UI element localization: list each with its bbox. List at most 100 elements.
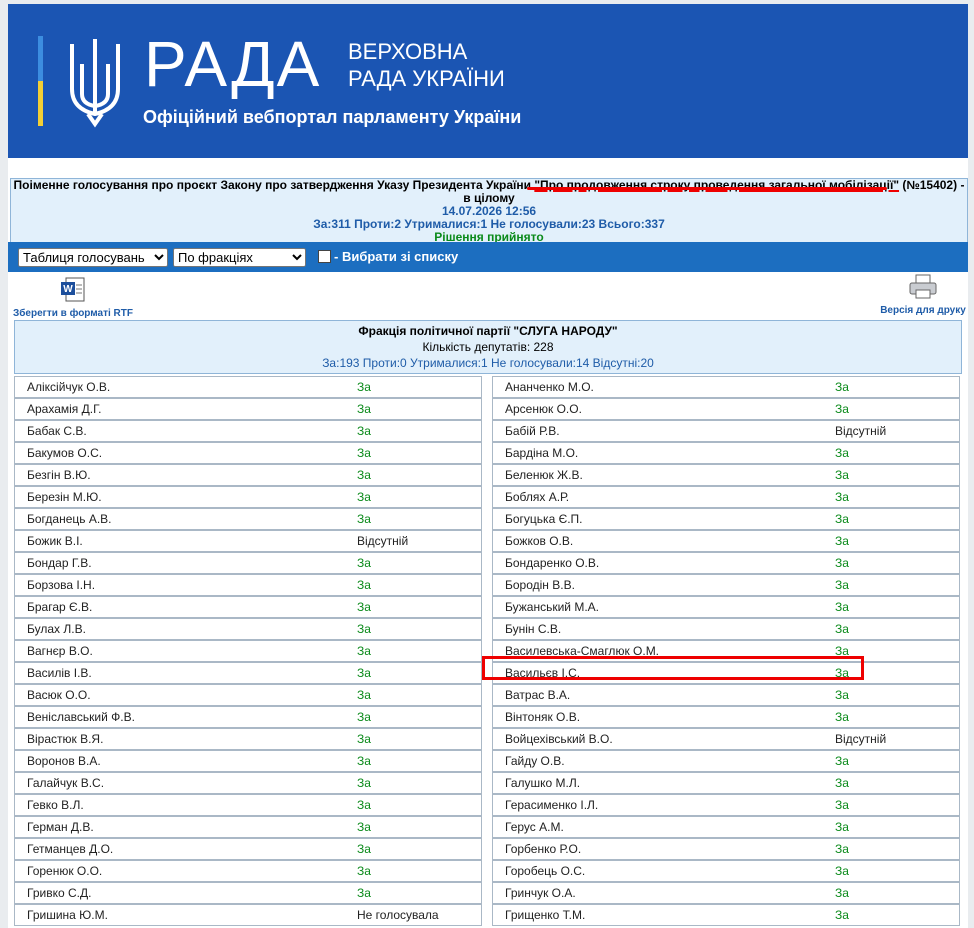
- vote-title-post: (№15402) -: [899, 178, 965, 192]
- deputy-row: Богданець А.В. За: [14, 508, 482, 530]
- deputy-vote: За: [835, 908, 849, 922]
- deputy-vote: За: [357, 468, 371, 482]
- deputy-row: Горенюк О.О. За: [14, 860, 482, 882]
- deputy-row: Воронов В.А. За: [14, 750, 482, 772]
- deputy-vote: За: [357, 864, 371, 878]
- deputy-vote: За: [357, 622, 371, 636]
- group-select[interactable]: По фракціях: [173, 248, 306, 267]
- deputy-vote: За: [835, 380, 849, 394]
- deputy-row: Галушко М.Л. За: [492, 772, 960, 794]
- deputy-vote: За: [357, 402, 371, 416]
- deputy-name: Аліксійчук О.В.: [27, 380, 111, 394]
- select-from-list-checkbox[interactable]: [318, 250, 331, 263]
- deputy-row: Арахамія Д.Г. За: [14, 398, 482, 420]
- deputy-vote: За: [835, 886, 849, 900]
- deputy-vote: За: [357, 424, 371, 438]
- deputy-row: Вінтоняк О.В. За: [492, 706, 960, 728]
- deputy-vote: Відсутній: [835, 424, 887, 438]
- deputy-vote: За: [835, 754, 849, 768]
- deputy-name: Борзова І.Н.: [27, 578, 96, 592]
- deputy-name: Божик В.І.: [27, 534, 83, 548]
- deputy-row: Бардіна М.О. За: [492, 442, 960, 464]
- deputy-row: Грищенко Т.М. За: [492, 904, 960, 926]
- faction-name: Фракція політичної партії "СЛУГА НАРОДУ": [358, 324, 618, 338]
- word-doc-icon: W: [61, 277, 85, 302]
- trident-icon: [70, 39, 120, 128]
- deputy-name: Бардіна М.О.: [505, 446, 579, 460]
- deputy-row: Беленюк Ж.В. За: [492, 464, 960, 486]
- deputy-vote: За: [357, 820, 371, 834]
- faction-count: Кількість депутатів: 228: [422, 340, 554, 354]
- deputy-name: Булах Л.В.: [27, 622, 86, 636]
- deputy-row: Васюк О.О. За: [14, 684, 482, 706]
- deputy-row: Герман Д.В. За: [14, 816, 482, 838]
- deputy-name: Богданець А.В.: [27, 512, 112, 526]
- deputy-row: Бунін С.В. За: [492, 618, 960, 640]
- highlight-box: [482, 656, 864, 680]
- deputy-row: Герус А.М. За: [492, 816, 960, 838]
- deputy-name: Бондаренко О.В.: [505, 556, 600, 570]
- deputies-column-left: Аліксійчук О.В. За Арахамія Д.Г. За Бабак С.…: [14, 376, 482, 926]
- deputy-row: Бородін В.В. За: [492, 574, 960, 596]
- deputy-name: Гринчук О.А.: [505, 886, 576, 900]
- deputy-name: Боблях А.Р.: [505, 490, 570, 504]
- deputy-vote: За: [357, 578, 371, 592]
- deputy-vote: За: [357, 512, 371, 526]
- deputy-row: Божков О.В. За: [492, 530, 960, 552]
- deputy-vote: За: [357, 732, 371, 746]
- save-rtf-label: Зберегти в форматі RTF: [12, 308, 133, 319]
- deputy-name: Божков О.В.: [505, 534, 574, 548]
- deputy-row: Бабій Р.В. Відсутній: [492, 420, 960, 442]
- deputy-vote: Відсутній: [357, 534, 409, 548]
- portal-subtitle: Офіційний вебпортал парламенту України: [143, 107, 522, 127]
- deputy-row: Бакумов О.С. За: [14, 442, 482, 464]
- deputy-vote: За: [835, 600, 849, 614]
- deputy-row: Бабак С.В. За: [14, 420, 482, 442]
- deputy-vote: За: [835, 864, 849, 878]
- filter-toolbar: Таблиця голосувань По фракціях - Вибрати…: [8, 242, 968, 272]
- deputy-vote: За: [357, 710, 371, 724]
- logo-subtitle: ВЕРХОВНА РАДА УКРАЇНИ: [348, 38, 505, 92]
- deputy-name: Герасименко І.Л.: [505, 798, 599, 812]
- deputy-name: Арахамія Д.Г.: [27, 402, 102, 416]
- deputy-name: Веніславський Ф.В.: [27, 710, 135, 724]
- deputy-row: Ананченко М.О. За: [492, 376, 960, 398]
- deputy-row: Борзова І.Н. За: [14, 574, 482, 596]
- deputy-row: Брагар Є.В. За: [14, 596, 482, 618]
- deputy-name: Бужанський М.А.: [505, 600, 599, 614]
- view-select[interactable]: Таблиця голосувань: [18, 248, 168, 267]
- deputy-name: Воронов В.А.: [27, 754, 101, 768]
- page: РАДА ВЕРХОВНА РАДА УКРАЇНИ Офіційний веб…: [8, 4, 968, 928]
- deputy-row: Ватрас В.А. За: [492, 684, 960, 706]
- deputy-vote: За: [357, 776, 371, 790]
- deputy-vote: За: [835, 798, 849, 812]
- deputy-row: Гривко С.Д. За: [14, 882, 482, 904]
- law-title-highlight: [527, 187, 887, 190]
- deputy-vote: За: [835, 512, 849, 526]
- deputy-name: Войцехівський В.О.: [505, 732, 613, 746]
- deputy-name: Гетманцев Д.О.: [27, 842, 114, 856]
- select-from-list-label: - Вибрати зі списку: [334, 249, 459, 264]
- deputy-row: Божик В.І. Відсутній: [14, 530, 482, 552]
- deputy-row: Арсенюк О.О. За: [492, 398, 960, 420]
- deputy-name: Арсенюк О.О.: [505, 402, 582, 416]
- deputy-vote: Не голосувала: [357, 908, 439, 922]
- deputy-vote: За: [357, 842, 371, 856]
- deputy-vote: За: [357, 886, 371, 900]
- deputy-row: Гевко В.Л. За: [14, 794, 482, 816]
- deputy-name: Василів І.В.: [27, 666, 92, 680]
- deputy-vote: За: [357, 380, 371, 394]
- deputy-name: Галайчук В.С.: [27, 776, 105, 790]
- deputy-name: Васюк О.О.: [27, 688, 91, 702]
- deputy-vote: За: [357, 556, 371, 570]
- save-rtf-button[interactable]: W Зберегти в форматі RTF: [8, 277, 138, 319]
- deputy-vote: За: [357, 644, 371, 658]
- deputy-vote: За: [835, 622, 849, 636]
- print-version-button[interactable]: Версія для друку: [878, 274, 968, 316]
- deputy-name: Бабій Р.В.: [505, 424, 560, 438]
- deputy-row: Гетманцев Д.О. За: [14, 838, 482, 860]
- logo-title[interactable]: РАДА: [144, 28, 321, 100]
- deputy-vote: За: [835, 578, 849, 592]
- deputy-name: Вагнєр В.О.: [27, 644, 93, 658]
- deputy-row: Бондаренко О.В. За: [492, 552, 960, 574]
